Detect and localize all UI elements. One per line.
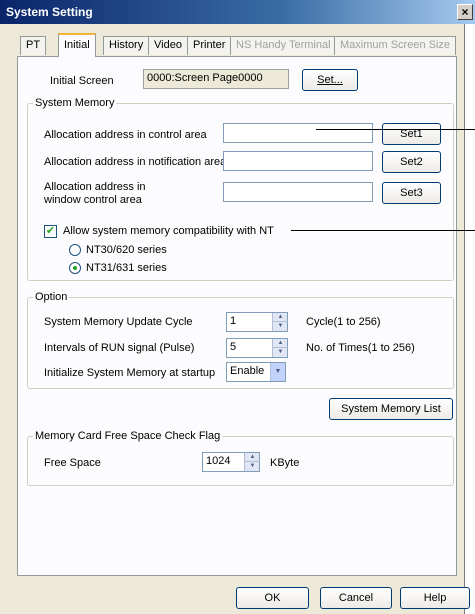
run-signal-arrows[interactable]: ▲ ▼ xyxy=(272,339,288,357)
spin-down-icon[interactable]: ▼ xyxy=(245,462,260,471)
notification-area-input[interactable] xyxy=(223,151,373,171)
window-control-area-label-2: window control area xyxy=(44,194,142,206)
window-control-area-label-1: Allocation address in xyxy=(44,181,146,193)
window-title: System Setting xyxy=(6,5,93,19)
close-icon[interactable]: × xyxy=(457,4,473,20)
ok-button[interactable]: OK xyxy=(236,587,309,609)
update-cycle-spinner[interactable]: 1 ▲ ▼ xyxy=(226,312,288,332)
init-memory-select[interactable]: Enable ▼ xyxy=(226,362,286,382)
run-signal-label: Intervals of RUN signal (Pulse) xyxy=(44,342,195,354)
run-signal-hint: No. of Times(1 to 256) xyxy=(306,342,415,354)
set-button-label: Set... xyxy=(317,74,343,86)
free-space-unit: KByte xyxy=(270,457,300,469)
help-button[interactable]: Help xyxy=(400,587,470,609)
nt30-label: NT30/620 series xyxy=(86,244,167,256)
title-bar[interactable]: System Setting × xyxy=(0,0,475,24)
update-cycle-value: 1 xyxy=(230,315,237,327)
control-area-label: Allocation address in control area xyxy=(44,129,207,141)
memory-card-group-label: Memory Card Free Space Check Flag xyxy=(33,430,223,442)
option-group-label: Option xyxy=(33,291,70,303)
notification-area-label: Allocation address in notification area xyxy=(44,156,227,168)
nt-compat-label: Allow system memory compatibility with N… xyxy=(63,225,274,237)
free-space-value: 1024 xyxy=(206,455,231,467)
set3-button[interactable]: Set3 xyxy=(382,182,441,204)
tab-initial[interactable]: Initial xyxy=(58,33,96,57)
set2-button[interactable]: Set2 xyxy=(382,151,441,173)
update-cycle-hint: Cycle(1 to 256) xyxy=(306,316,381,328)
init-memory-value: Enable xyxy=(230,365,265,377)
nt30-radio[interactable] xyxy=(69,244,81,256)
tab-video[interactable]: Video xyxy=(148,36,188,55)
update-cycle-label: System Memory Update Cycle xyxy=(44,316,193,328)
tab-printer[interactable]: Printer xyxy=(187,36,232,55)
nt-compat-checkbox[interactable]: ✔ xyxy=(44,225,57,238)
spin-up-icon[interactable]: ▲ xyxy=(273,339,288,348)
nt31-radio[interactable] xyxy=(69,262,81,274)
set1-button[interactable]: Set1 xyxy=(382,123,441,145)
callout-line-1 xyxy=(316,129,475,130)
initial-screen-value: 0000:Screen Page0000 xyxy=(143,69,289,89)
system-memory-list-button[interactable]: System Memory List xyxy=(329,398,453,420)
spin-up-icon[interactable]: ▲ xyxy=(273,313,288,322)
control-area-input[interactable] xyxy=(223,123,373,143)
tab-maximum-screen-size: Maximum Screen Size xyxy=(334,36,457,55)
free-space-spinner[interactable]: 1024 ▲ ▼ xyxy=(202,452,260,472)
callout-line-2 xyxy=(291,230,475,231)
window-control-area-input[interactable] xyxy=(223,182,373,202)
system-memory-group-label: System Memory xyxy=(33,97,117,109)
spin-down-icon[interactable]: ▼ xyxy=(273,348,288,357)
spin-up-icon[interactable]: ▲ xyxy=(245,453,260,462)
init-memory-label: Initialize System Memory at startup xyxy=(44,367,216,379)
nt31-label: NT31/631 series xyxy=(86,262,167,274)
cancel-button[interactable]: Cancel xyxy=(320,587,392,609)
spin-down-icon[interactable]: ▼ xyxy=(273,322,288,331)
initial-screen-label: Initial Screen xyxy=(50,75,114,87)
initial-screen-set-button[interactable]: Set... xyxy=(302,69,358,91)
tab-ns-handy-terminal: NS Handy Terminal xyxy=(230,36,337,55)
run-signal-value: 5 xyxy=(230,341,237,353)
tab-pt[interactable]: PT xyxy=(20,36,47,55)
update-cycle-arrows[interactable]: ▲ ▼ xyxy=(272,313,288,331)
free-space-arrows[interactable]: ▲ ▼ xyxy=(244,453,260,471)
run-signal-spinner[interactable]: 5 ▲ ▼ xyxy=(226,338,288,358)
free-space-label: Free Space xyxy=(44,457,101,469)
tab-history[interactable]: History xyxy=(103,36,150,55)
chevron-down-icon[interactable]: ▼ xyxy=(270,363,285,381)
